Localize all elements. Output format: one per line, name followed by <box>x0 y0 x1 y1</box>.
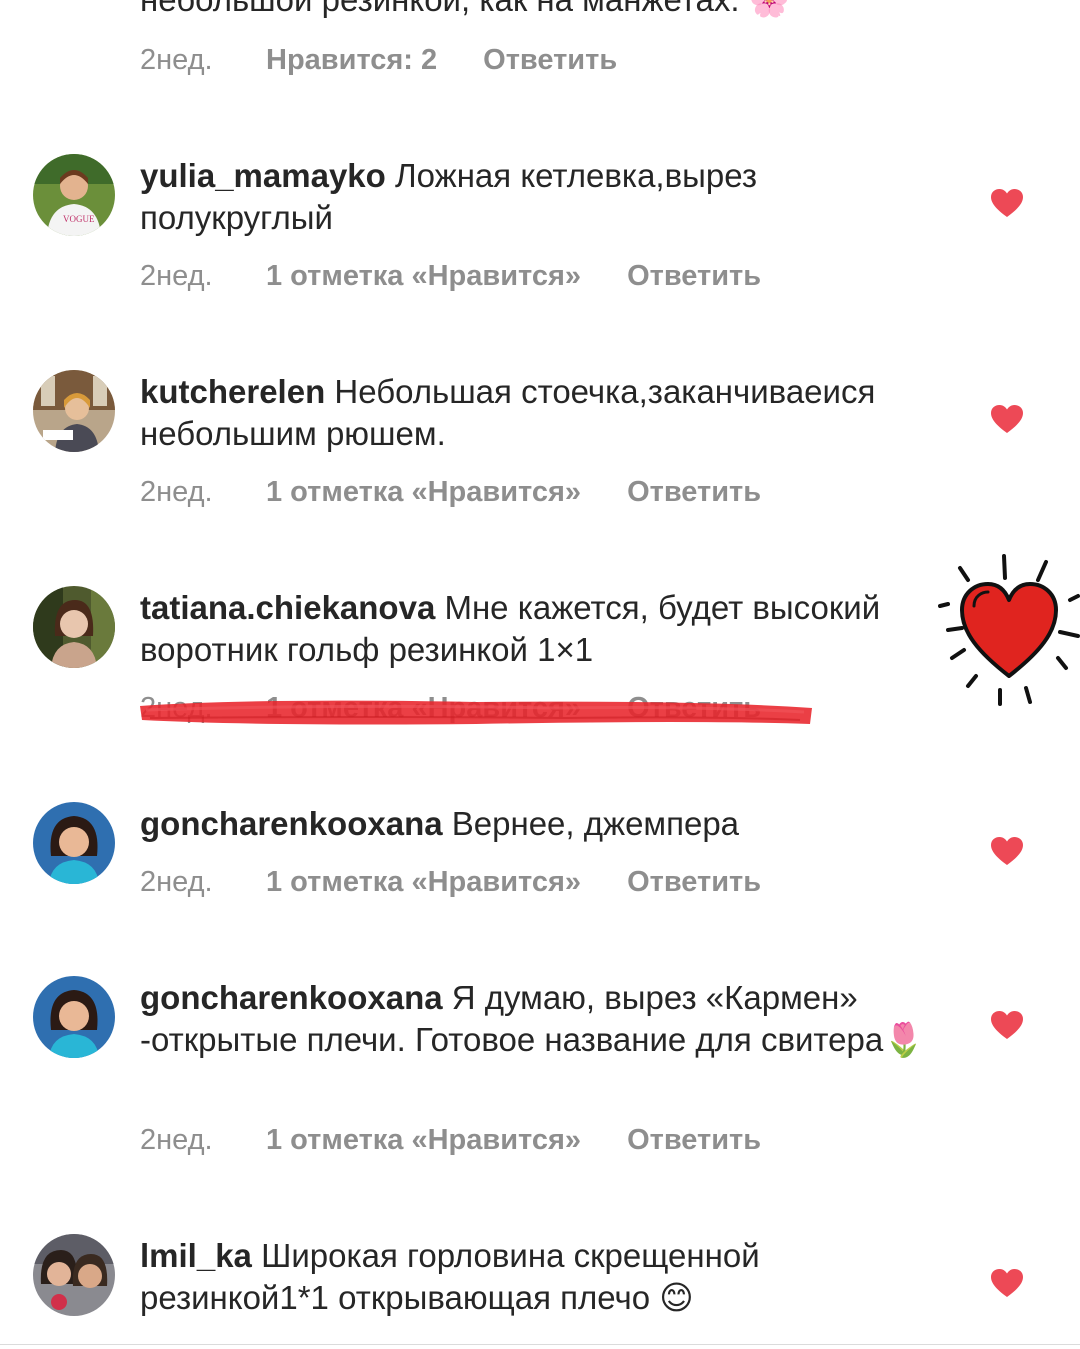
comment-meta: 2нед. 1 отметка «Нравится» Ответить <box>140 1124 761 1157</box>
avatar[interactable] <box>33 370 115 452</box>
reply-button[interactable]: Ответить <box>627 476 761 509</box>
comment-meta: 2нед. Нравится: 2 Ответить <box>140 44 617 77</box>
comment-username[interactable]: goncharenkooxana <box>140 979 443 1016</box>
comment-username[interactable]: lmil_ka <box>140 1237 252 1274</box>
comment-body: kutcherelen Небольшая стоечка,заканчивае… <box>140 371 940 455</box>
comment-body: goncharenkooxana Вернее, джемпера <box>140 803 940 845</box>
avatar[interactable] <box>33 976 115 1058</box>
avatar[interactable] <box>33 802 115 884</box>
comment-text: Вернее, джемпера <box>451 805 740 842</box>
likes-count[interactable]: 1 отметка «Нравится» <box>266 866 581 899</box>
heart-icon[interactable] <box>990 836 1024 866</box>
avatar-image <box>33 976 115 1058</box>
comment-username[interactable]: tatiana.chiekanova <box>140 589 435 626</box>
heart-sticker-icon <box>938 554 1080 706</box>
comment-meta: 2нед. 1 отметка «Нравится» Ответить <box>140 260 761 293</box>
highlight-marker-stroke <box>140 700 812 725</box>
top-comment-text: небольшой резинкой, как на манжетах. 🌸 <box>140 0 790 18</box>
reply-button[interactable]: Ответить <box>627 260 761 293</box>
comment-time: 2нед. <box>140 1124 213 1156</box>
comment-body: goncharenkooxana Я думаю, вырез «Кармен»… <box>140 977 940 1061</box>
avatar-image <box>33 802 115 884</box>
heart-icon[interactable] <box>990 188 1024 218</box>
svg-text:VOGUE: VOGUE <box>63 214 95 224</box>
divider <box>0 1344 1080 1345</box>
likes-count[interactable]: Нравится: 2 <box>266 44 437 77</box>
comment-body: yulia_mamayko Ложная кетлевка,вырез полу… <box>140 155 940 239</box>
likes-count[interactable]: 1 отметка «Нравится» <box>266 476 581 509</box>
comment-time: 2нед. <box>140 44 213 76</box>
comment-username[interactable]: yulia_mamayko <box>140 157 386 194</box>
avatar[interactable]: VOGUE <box>33 154 115 236</box>
avatar-image <box>33 586 115 668</box>
heart-icon[interactable] <box>990 404 1024 434</box>
comment-time: 2нед. <box>140 476 213 508</box>
comment-text: небольшой резинкой, как на манжетах. <box>140 0 740 18</box>
reply-button[interactable]: Ответить <box>483 44 617 77</box>
heart-icon[interactable] <box>990 1010 1024 1040</box>
avatar[interactable] <box>33 1234 115 1316</box>
avatar[interactable] <box>33 586 115 668</box>
tulip-emoji-icon: 🌷 <box>883 1020 925 1059</box>
reply-button[interactable]: Ответить <box>627 1124 761 1157</box>
avatar-image <box>33 370 115 452</box>
comment-meta: 2нед. 1 отметка «Нравится» Ответить <box>140 866 761 899</box>
flower-emoji-icon: 🌸 <box>749 0 790 19</box>
comment-time: 2нед. <box>140 260 213 292</box>
smile-emoji-icon: 😊 <box>659 1278 694 1317</box>
comment-body: lmil_ka Широкая горловина скрещенной рез… <box>140 1235 940 1319</box>
avatar-image <box>33 1234 115 1316</box>
comment-body: tatiana.chiekanova Мне кажется, будет вы… <box>140 587 940 671</box>
likes-count[interactable]: 1 отметка «Нравится» <box>266 1124 581 1157</box>
heart-icon[interactable] <box>990 1268 1024 1298</box>
comment-meta: 2нед. 1 отметка «Нравится» Ответить <box>140 476 761 509</box>
comment-time: 2нед. <box>140 866 213 898</box>
comment-username[interactable]: kutcherelen <box>140 373 325 410</box>
avatar-image: VOGUE <box>33 154 115 236</box>
reply-button[interactable]: Ответить <box>627 866 761 899</box>
likes-count[interactable]: 1 отметка «Нравится» <box>266 260 581 293</box>
comment-username[interactable]: goncharenkooxana <box>140 805 443 842</box>
